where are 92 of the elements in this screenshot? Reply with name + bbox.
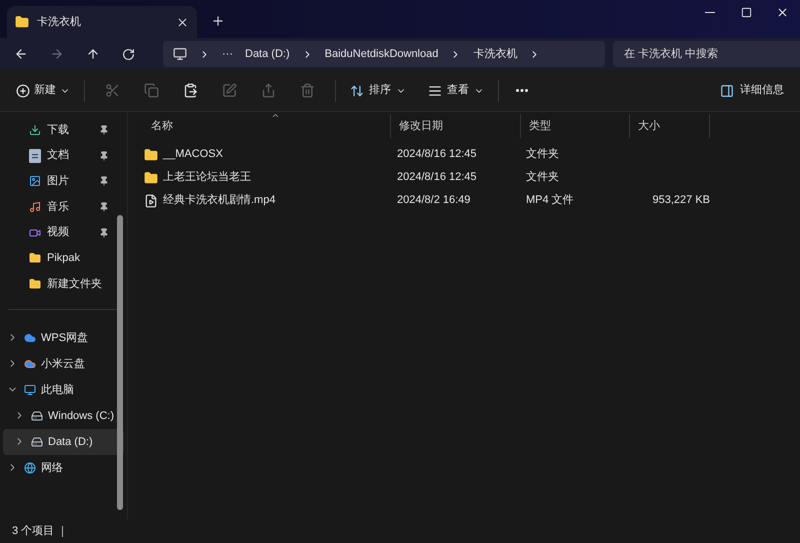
file-name: 经典卡洗衣机剧情.mp4 [163,192,276,208]
details-button[interactable]: 详细信息 [714,76,790,106]
modified-date: 2024/8/16 12:45 [396,147,478,162]
back-icon[interactable] [14,47,28,61]
maximize-icon [740,6,752,18]
picture-icon [28,174,42,188]
column-header[interactable]: 大小 [630,114,710,138]
nav-tree-item[interactable]: 网络 [3,454,124,481]
quick-access-item[interactable]: 图片 [0,168,127,194]
file-name: 上老王论坛当老王 [163,170,251,186]
music-icon [28,200,42,214]
copy-icon [144,83,159,98]
modified-date: 2024/8/16 12:45 [396,170,478,186]
nav-tree-item[interactable]: Data (D:) [3,428,124,455]
nav-item-label: 音乐 [47,200,70,215]
trash-icon [300,83,315,98]
quick-access-item[interactable]: 下载 [0,117,127,143]
column-header[interactable]: 类型 [521,114,630,138]
nav-item-label: 视频 [47,225,70,240]
file-row[interactable]: __MACOSX 2024/8/16 12:45 文件夹 [143,143,800,166]
forward-icon[interactable] [50,47,64,61]
address-bar[interactable]: ··· Data (D:) BaiduNetdiskDownload 卡洗衣机 [163,41,605,67]
nav-item-label: 小米云盘 [41,356,85,372]
quick-access-item[interactable]: Pikpak [0,245,127,272]
item-count: 3 个项目 [12,524,54,539]
clipboard-icon [183,83,198,98]
share-icon [261,83,276,98]
quick-access-item[interactable]: 新建文件夹 [0,271,127,297]
document-icon [29,148,41,163]
overflow-crumb[interactable]: ··· [222,46,233,62]
plus-icon [16,84,30,98]
nav-item-label: Pikpak [47,251,82,266]
window-tab[interactable]: 卡洗衣机 [7,6,197,38]
refresh-icon[interactable] [122,48,135,60]
nav-item-label: 网络 [41,460,63,476]
nav-item-label: WPS网盘 [41,330,88,346]
breadcrumb[interactable]: BaiduNetdiskDownload [324,46,438,62]
close-icon [776,6,788,18]
breadcrumb[interactable]: Data (D:) [245,46,290,62]
nav-tree-item[interactable]: 小米云盘 [3,350,124,377]
nav-tree-item[interactable]: WPS网盘 [3,324,124,351]
scrollbar-thumb[interactable] [117,215,123,510]
sort-icon [350,84,364,98]
search-field[interactable]: 在 卡洗衣机 中搜索 [613,41,800,67]
nav-item-label: Data (D:) [48,434,93,450]
more-icon [516,89,528,92]
computer-icon [173,47,187,61]
close-tab-icon[interactable] [176,16,189,28]
up-icon[interactable] [86,47,100,61]
nav-item-label: Windows (C:) [48,408,114,424]
file-size: 953,227 KB [652,193,710,208]
file-type: MP4 文件 [525,192,575,208]
list-icon [428,84,442,98]
file-row[interactable]: 经典卡洗衣机剧情.mp4 2024/8/2 16:49 MP4 文件 953,227 KB [143,189,800,212]
folder-icon [15,15,29,29]
file-type: 文件夹 [525,146,560,162]
nav-item-label: 新建文件夹 [47,276,103,292]
scissors-icon [105,83,120,98]
drive-icon [30,408,44,423]
nav-item-label: 图片 [47,174,70,189]
folder-icon [28,276,42,291]
file-name: __MACOSX [163,147,223,162]
quick-access-item[interactable]: 音乐 [0,194,127,220]
details-pane-icon [720,84,734,98]
folder-icon [144,170,158,184]
nav-tree-item[interactable]: Windows (C:) [3,402,124,429]
modified-date: 2024/8/2 16:49 [396,193,472,208]
file-type: 文件夹 [525,170,560,186]
video-file-icon [144,194,158,208]
drive-icon [30,434,44,449]
rename-icon [222,83,237,98]
nav-item-label: 文档 [47,148,70,164]
download-icon [28,122,42,137]
column-header[interactable]: 名称 [143,114,391,138]
quick-access-item[interactable]: 视频 [0,220,127,246]
new-tab-icon[interactable] [211,14,225,28]
folder-icon [28,251,42,266]
file-row[interactable]: 上老王论坛当老王 2024/8/16 12:45 文件夹 [143,166,800,189]
column-header[interactable]: 修改日期 [391,114,521,138]
new-button[interactable]: 新建 [10,76,76,106]
nav-tree-item[interactable]: 此电脑 [3,376,124,403]
view-button[interactable]: 查看 [422,76,490,106]
breadcrumb[interactable]: 卡洗衣机 [473,46,518,62]
computer-icon [23,382,37,397]
network-icon [23,460,37,475]
folder-icon [144,148,158,162]
sort-ascending-icon [271,111,280,120]
quick-access-item[interactable]: 文档 [0,142,127,168]
tab-title: 卡洗衣机 [37,14,82,30]
sort-button[interactable]: 排序 [344,76,412,106]
nav-item-label: 下载 [47,122,70,138]
nav-item-label: 此电脑 [41,382,74,398]
